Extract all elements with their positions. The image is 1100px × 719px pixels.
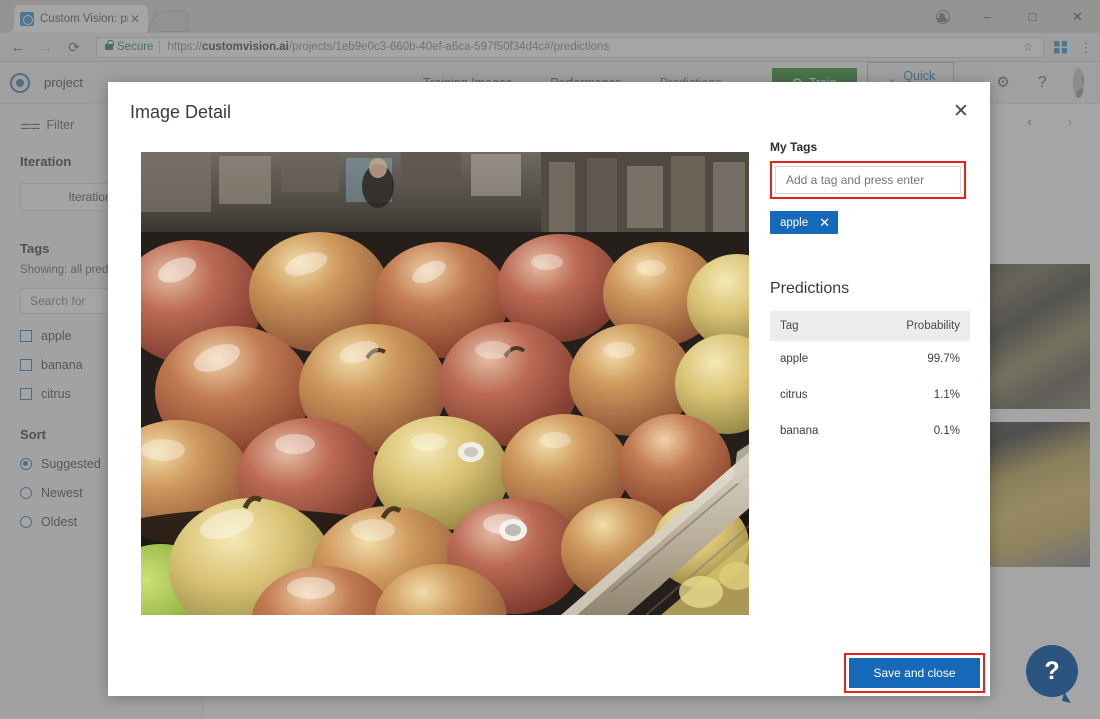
table-row: banana 0.1%: [770, 413, 970, 449]
modal-title: Image Detail: [130, 102, 231, 123]
predictions-header-row: Tag Probability: [770, 311, 970, 341]
column-header-probability: Probability: [858, 311, 970, 341]
prediction-probability: 0.1%: [858, 413, 970, 449]
column-header-tag: Tag: [770, 311, 858, 341]
predictions-table: Tag Probability apple 99.7% citrus 1.1% …: [770, 311, 970, 449]
my-tags-label: My Tags: [770, 140, 970, 154]
detail-image: [141, 152, 749, 615]
help-bubble-button[interactable]: ?: [1026, 645, 1078, 697]
save-button-highlight: Save and close: [844, 653, 985, 693]
prediction-tag: citrus: [770, 377, 858, 413]
prediction-tag: banana: [770, 413, 858, 449]
question-mark-icon: ?: [1026, 645, 1078, 697]
prediction-probability: 1.1%: [858, 377, 970, 413]
tag-chip-label: apple: [780, 217, 808, 229]
table-row: apple 99.7%: [770, 341, 970, 377]
predictions-title: Predictions: [770, 280, 970, 298]
tag-chip-apple[interactable]: apple ✕: [770, 211, 838, 234]
prediction-probability: 99.7%: [858, 341, 970, 377]
table-row: citrus 1.1%: [770, 377, 970, 413]
tag-input[interactable]: [775, 166, 961, 194]
tag-input-highlight: [770, 161, 966, 199]
close-icon[interactable]: ✕: [948, 99, 974, 125]
modal-right-column: My Tags apple ✕ Predictions Tag Probabil…: [770, 140, 970, 449]
tag-chip-list: apple ✕: [770, 211, 970, 234]
save-and-close-button[interactable]: Save and close: [849, 658, 980, 688]
apples-photo: [141, 152, 749, 615]
remove-tag-icon[interactable]: ✕: [819, 216, 830, 229]
image-detail-modal: Image Detail ✕: [108, 82, 990, 696]
prediction-tag: apple: [770, 341, 858, 377]
